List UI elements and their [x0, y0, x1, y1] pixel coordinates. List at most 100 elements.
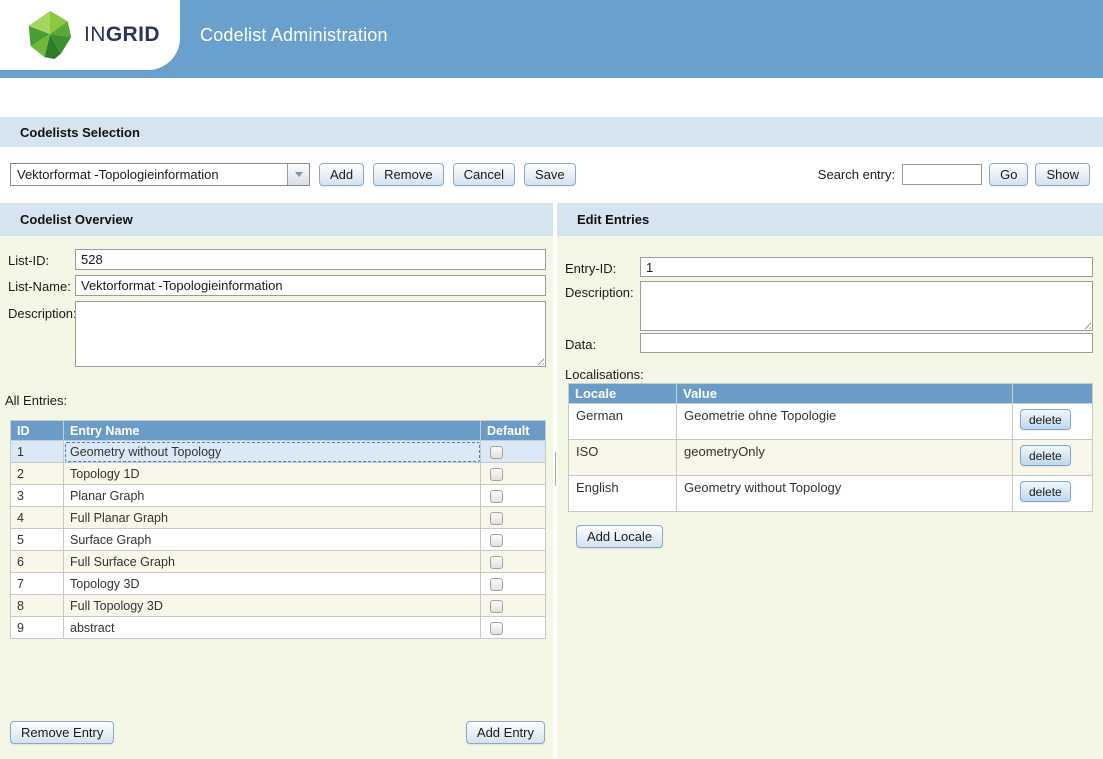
- data-label: Data:: [565, 337, 596, 352]
- locale-cell: German: [569, 404, 677, 440]
- codelist-overview-header: Codelist Overview: [0, 203, 553, 236]
- entry-name-cell[interactable]: Full Surface Graph: [64, 551, 481, 573]
- entry-name-cell[interactable]: Full Topology 3D: [64, 595, 481, 617]
- page-title: Codelist Administration: [200, 0, 388, 70]
- default-checkbox[interactable]: [490, 490, 503, 503]
- selection-controls: Add Remove Cancel Save Search entry: Go …: [0, 147, 1103, 203]
- list-name-input[interactable]: [75, 275, 546, 296]
- default-checkbox[interactable]: [490, 446, 503, 459]
- delete-locale-button[interactable]: delete: [1020, 445, 1071, 466]
- locale-action-cell: delete: [1013, 404, 1093, 440]
- locales-table-body: GermanGeometrie ohne Topologie delete ISOg…: [569, 404, 1093, 512]
- chevron-down-icon: [295, 172, 303, 177]
- save-button[interactable]: Save: [524, 163, 576, 186]
- entry-id-cell: 5: [11, 529, 64, 551]
- cancel-button[interactable]: Cancel: [453, 163, 515, 186]
- search-entry-label: Search entry:: [818, 167, 895, 182]
- entry-name-cell[interactable]: Full Planar Graph: [64, 507, 481, 529]
- codelists-selection-title: Codelists Selection: [20, 125, 140, 140]
- codelists-selection-header: Codelists Selection: [0, 117, 1103, 147]
- entry-row[interactable]: 9abstract: [11, 617, 546, 639]
- locale-value-cell: Geometrie ohne Topologie: [677, 404, 1013, 440]
- entry-default-cell: [481, 595, 546, 617]
- entry-id-label: Entry-ID:: [565, 261, 616, 276]
- list-id-label: List-ID:: [8, 253, 49, 268]
- codelist-combobox[interactable]: [10, 163, 310, 186]
- default-checkbox[interactable]: [490, 534, 503, 547]
- localisations-label: Localisations:: [565, 367, 644, 382]
- entry-name-cell[interactable]: Topology 3D: [64, 573, 481, 595]
- locale-action-cell: delete: [1013, 476, 1093, 512]
- add-button[interactable]: Add: [319, 163, 364, 186]
- default-checkbox[interactable]: [490, 578, 503, 591]
- default-checkbox[interactable]: [490, 468, 503, 481]
- locale-row: GermanGeometrie ohne Topologie delete: [569, 404, 1093, 440]
- go-button[interactable]: Go: [989, 163, 1028, 186]
- entries-header-row: ID Entry Name Default: [11, 421, 546, 441]
- entry-name-cell[interactable]: Geometry without Topology: [64, 441, 481, 463]
- entry-row[interactable]: 5Surface Graph: [11, 529, 546, 551]
- locale-value-cell: geometryOnly: [677, 440, 1013, 476]
- entry-description-textarea-wrap: [640, 281, 1093, 331]
- edit-entries-header: Edit Entries: [557, 203, 1103, 236]
- entry-id-cell: 4: [11, 507, 64, 529]
- entry-row[interactable]: 4Full Planar Graph: [11, 507, 546, 529]
- entry-default-cell: [481, 463, 546, 485]
- list-id-input[interactable]: [75, 249, 546, 270]
- ingrid-logo[interactable]: INGRID: [0, 0, 180, 70]
- entry-id-input[interactable]: [640, 257, 1093, 277]
- combobox-dropdown-button[interactable]: [287, 164, 309, 185]
- remove-button[interactable]: Remove: [373, 163, 443, 186]
- brand-wordmark: INGRID: [84, 23, 160, 47]
- entry-id-cell: 9: [11, 617, 64, 639]
- entry-default-cell: [481, 617, 546, 639]
- localisations-table: Locale Value GermanGeometrie ohne Topolo…: [568, 383, 1093, 512]
- entry-name-column-header: Entry Name: [64, 421, 481, 441]
- entry-description-label: Description:: [565, 285, 634, 300]
- locale-value-cell: Geometry without Topology: [677, 476, 1013, 512]
- entry-id-cell: 8: [11, 595, 64, 617]
- entry-default-cell: [481, 507, 546, 529]
- locale-cell: ISO: [569, 440, 677, 476]
- default-checkbox[interactable]: [490, 622, 503, 635]
- default-checkbox[interactable]: [490, 600, 503, 613]
- data-input[interactable]: [640, 333, 1093, 353]
- value-column-header: Value: [677, 384, 1013, 404]
- description-label: Description:: [8, 306, 77, 321]
- entry-default-cell: [481, 529, 546, 551]
- entry-id-cell: 2: [11, 463, 64, 485]
- entry-name-cell[interactable]: Planar Graph: [64, 485, 481, 507]
- locale-cell: English: [569, 476, 677, 512]
- entry-id-cell: 1: [11, 441, 64, 463]
- entry-description-textarea[interactable]: [640, 281, 1093, 331]
- entry-default-cell: [481, 551, 546, 573]
- locale-action-cell: delete: [1013, 440, 1093, 476]
- ingrid-gem-icon: [26, 8, 74, 62]
- entry-row[interactable]: 3Planar Graph: [11, 485, 546, 507]
- entry-row[interactable]: 7Topology 3D: [11, 573, 546, 595]
- add-locale-button[interactable]: Add Locale: [576, 525, 663, 548]
- entry-default-cell: [481, 573, 546, 595]
- entry-row[interactable]: 2Topology 1D: [11, 463, 546, 485]
- codelist-combobox-input[interactable]: [11, 164, 287, 185]
- show-button[interactable]: Show: [1035, 163, 1090, 186]
- entry-id-cell: 6: [11, 551, 64, 573]
- locale-column-header: Locale: [569, 384, 677, 404]
- entry-row[interactable]: 8Full Topology 3D: [11, 595, 546, 617]
- default-checkbox[interactable]: [490, 556, 503, 569]
- delete-locale-button[interactable]: delete: [1020, 481, 1071, 502]
- entry-name-cell[interactable]: Topology 1D: [64, 463, 481, 485]
- description-textarea[interactable]: [75, 301, 546, 367]
- entries-table-body: 1Geometry without Topology2Topology 1D3P…: [11, 441, 546, 639]
- list-name-label: List-Name:: [8, 279, 71, 294]
- entry-name-cell[interactable]: Surface Graph: [64, 529, 481, 551]
- search-entry-input[interactable]: [902, 164, 982, 185]
- entry-name-cell[interactable]: abstract: [64, 617, 481, 639]
- entry-row[interactable]: 1Geometry without Topology: [11, 441, 546, 463]
- default-checkbox[interactable]: [490, 512, 503, 525]
- delete-locale-button[interactable]: delete: [1020, 409, 1071, 430]
- entry-default-cell: [481, 441, 546, 463]
- add-entry-button[interactable]: Add Entry: [466, 721, 545, 744]
- entry-row[interactable]: 6Full Surface Graph: [11, 551, 546, 573]
- remove-entry-button[interactable]: Remove Entry: [10, 721, 114, 744]
